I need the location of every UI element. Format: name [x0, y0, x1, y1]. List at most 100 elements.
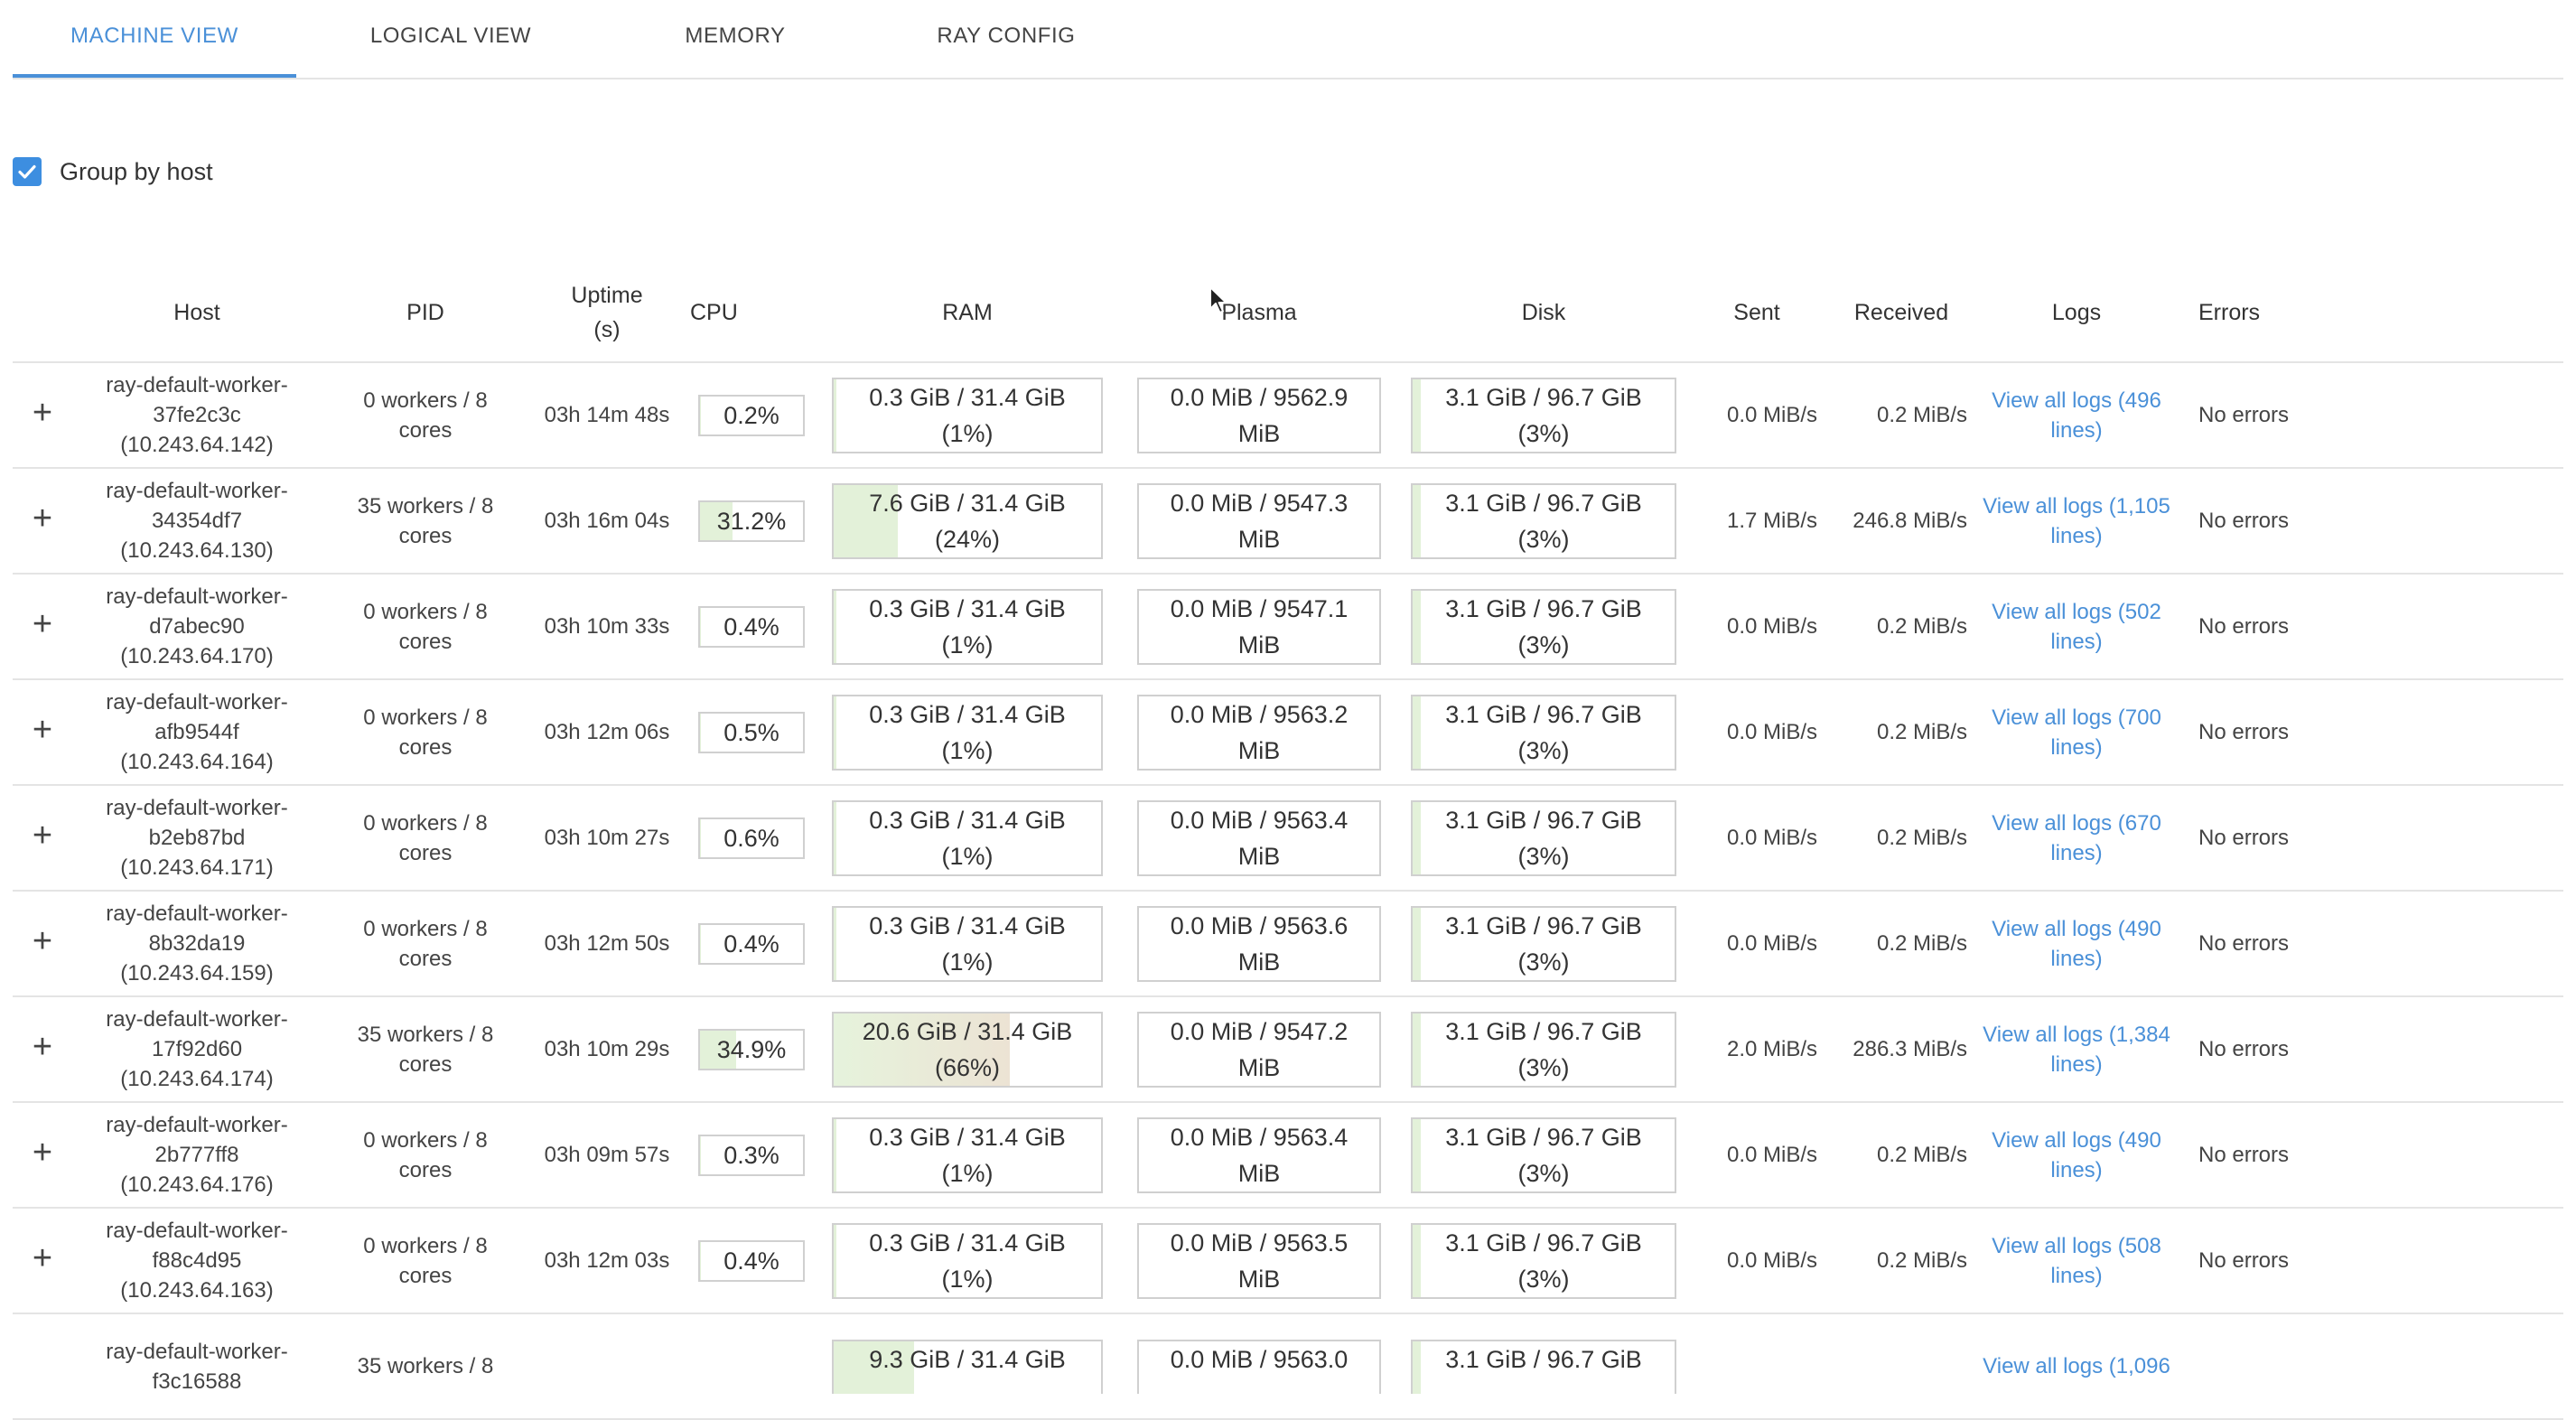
- disk-bar-fill: [1413, 696, 1421, 769]
- cpu-bar: 0.4%: [698, 923, 805, 965]
- column-header-logs[interactable]: Logs: [1976, 264, 2177, 362]
- plus-icon[interactable]: +: [33, 500, 52, 537]
- cpu-bar-value: 31.2%: [717, 508, 787, 535]
- plasma-cell: 0.0 MiB / 9563.0: [1118, 1313, 1400, 1419]
- column-header-disk[interactable]: Disk: [1400, 264, 1687, 362]
- pid-cell: 0 workers / 8cores: [322, 574, 529, 679]
- column-header-host[interactable]: Host: [72, 264, 322, 362]
- view-logs-link[interactable]: View all logs (508 lines): [1992, 1234, 2161, 1288]
- view-logs-lines: lines): [2050, 735, 2102, 760]
- expand-cell: +: [13, 679, 72, 785]
- tab-logical-view[interactable]: LOGICAL VIEW: [329, 0, 573, 74]
- plasma-bar-value: 0.0 MiB / 9563.2: [1171, 701, 1349, 728]
- disk-bar-fill: [1413, 908, 1421, 980]
- table-row: +ray-default-worker-afb9544f(10.243.64.1…: [13, 679, 2563, 785]
- plasma-bar: 0.0 MiB / 9563.2MiB: [1137, 695, 1381, 771]
- disk-bar-fill: [1413, 1225, 1421, 1297]
- view-logs-link[interactable]: View all logs (490lines): [1992, 1128, 2161, 1182]
- tab-memory[interactable]: MEMORY: [636, 0, 835, 74]
- plus-icon[interactable]: +: [33, 1134, 52, 1172]
- view-logs-text: View all logs (508: [1992, 1234, 2161, 1258]
- view-logs-link[interactable]: View all logs (1,105lines): [1983, 494, 2170, 548]
- plus-icon[interactable]: +: [33, 817, 52, 855]
- host-cell: ray-default-worker-37fe2c3c(10.243.64.14…: [72, 362, 322, 468]
- plus-icon[interactable]: +: [33, 605, 52, 643]
- view-logs-link[interactable]: View all logs (1,096: [1983, 1354, 2170, 1378]
- view-logs-link[interactable]: View all logs (490lines): [1992, 917, 2161, 971]
- machine-table: Host PID Uptime (s) CPU RAM Plasma Disk …: [13, 264, 2563, 1420]
- ram-bar-detail: (66%): [935, 1054, 1000, 1081]
- sent-cell: 1.7 MiB/s: [1687, 468, 1826, 574]
- plasma-cell: 0.0 MiB / 9563.4MiB: [1118, 785, 1400, 891]
- disk-bar-value: 3.1 GiB / 96.7 GiB: [1445, 1018, 1642, 1045]
- ram-bar-text: 7.6 GiB / 31.4 GiB(24%): [869, 485, 1066, 557]
- plus-icon[interactable]: +: [33, 922, 52, 960]
- ram-bar-detail: (1%): [941, 737, 993, 764]
- view-logs-link[interactable]: View all logs (670lines): [1992, 811, 2161, 865]
- disk-cell: 3.1 GiB / 96.7 GiB(3%): [1400, 574, 1687, 679]
- disk-bar-detail: (3%): [1517, 1054, 1569, 1081]
- pid-workers: 35 workers / 8: [358, 1023, 494, 1047]
- cpu-cell: 0.5%: [685, 679, 817, 785]
- plus-icon[interactable]: +: [33, 394, 52, 432]
- disk-bar: 3.1 GiB / 96.7 GiB (3%): [1411, 1012, 1676, 1088]
- cpu-bar-text: 0.4%: [723, 609, 779, 645]
- view-logs-link[interactable]: View all logs (496lines): [1992, 388, 2161, 443]
- pid-cell: 0 workers / 8cores: [322, 679, 529, 785]
- cpu-bar: 0.5%: [698, 712, 805, 753]
- plasma-bar-text: 0.0 MiB / 9547.3MiB: [1171, 485, 1349, 557]
- logs-cell: View all logs (1,105lines): [1976, 468, 2177, 574]
- column-header-sent[interactable]: Sent: [1687, 264, 1826, 362]
- ram-bar: 0.3 GiB / 31.4 GiB(1%): [832, 589, 1103, 665]
- plasma-bar-text: 0.0 MiB / 9547.1MiB: [1171, 591, 1349, 663]
- ram-bar: 0.3 GiB / 31.4 GiB(1%): [832, 906, 1103, 982]
- view-logs-link[interactable]: View all logs (1,384lines): [1983, 1023, 2170, 1077]
- pid-cores: cores: [399, 1052, 453, 1077]
- cpu-bar-value: 34.9%: [717, 1036, 787, 1063]
- host-name: ray-default-worker-d7abec90: [106, 584, 287, 639]
- disk-bar-detail: (3%): [1517, 1160, 1569, 1187]
- tab-ray-config[interactable]: RAY CONFIG: [889, 0, 1124, 74]
- tab-machine-view[interactable]: MACHINE VIEW: [13, 0, 296, 78]
- column-header-received[interactable]: Received: [1826, 264, 1976, 362]
- disk-bar-text: 3.1 GiB / 96.7 GiB(3%): [1445, 696, 1642, 769]
- host-name: ray-default-worker-afb9544f: [106, 690, 287, 744]
- plus-icon[interactable]: +: [33, 711, 52, 749]
- plasma-cell: 0.0 MiB / 9547.2MiB: [1118, 996, 1400, 1102]
- sent-cell: 0.0 MiB/s: [1687, 1208, 1826, 1313]
- cpu-cell: 0.2%: [685, 362, 817, 468]
- host-ip: (10.243.64.142): [120, 433, 273, 457]
- disk-cell: 3.1 GiB / 96.7 GiB(3%): [1400, 785, 1687, 891]
- plasma-cell: 0.0 MiB / 9563.6MiB: [1118, 891, 1400, 996]
- view-logs-link[interactable]: View all logs (700lines): [1992, 705, 2161, 760]
- column-header-errors[interactable]: Errors: [2177, 264, 2563, 362]
- column-header-plasma[interactable]: Plasma: [1118, 264, 1400, 362]
- cpu-cell: 0.4%: [685, 891, 817, 996]
- plasma-bar-text: 0.0 MiB / 9562.9MiB: [1171, 379, 1349, 452]
- ram-bar-fill: [834, 1119, 836, 1191]
- disk-bar-detail: (3%): [1517, 1266, 1569, 1293]
- pid-cell: 0 workers / 8cores: [322, 891, 529, 996]
- disk-cell: 3.1 GiB / 96.7 GiB: [1400, 1313, 1687, 1419]
- view-logs-link[interactable]: View all logs (502lines): [1992, 600, 2161, 654]
- disk-bar-value: 3.1 GiB / 96.7 GiB: [1445, 701, 1642, 728]
- errors-cell: No errors: [2177, 574, 2563, 679]
- column-header-ram[interactable]: RAM: [817, 264, 1118, 362]
- disk-bar-text: 3.1 GiB / 96.7 GiB (3%): [1445, 1014, 1642, 1086]
- view-logs-lines: lines): [2050, 1264, 2102, 1288]
- cpu-bar-value: 0.4%: [723, 1247, 779, 1275]
- pid-cores: cores: [399, 841, 453, 865]
- pid-cell: 0 workers / 8cores: [322, 362, 529, 468]
- plasma-bar-value: 0.0 MiB / 9563.4: [1171, 1124, 1349, 1151]
- group-by-host-checkbox[interactable]: [13, 157, 42, 186]
- cpu-bar: 0.2%: [698, 395, 805, 436]
- column-header-cpu[interactable]: CPU: [685, 264, 817, 362]
- uptime-cell: 03h 10m 33s: [529, 574, 685, 679]
- column-header-uptime[interactable]: Uptime (s): [529, 264, 685, 362]
- expand-cell: +: [13, 891, 72, 996]
- plus-icon[interactable]: +: [33, 1028, 52, 1066]
- plus-icon[interactable]: +: [33, 1239, 52, 1277]
- column-header-pid[interactable]: PID: [322, 264, 529, 362]
- host-cell: ray-default-worker-34354df7(10.243.64.13…: [72, 468, 322, 574]
- ram-bar-detail: (24%): [935, 526, 1000, 553]
